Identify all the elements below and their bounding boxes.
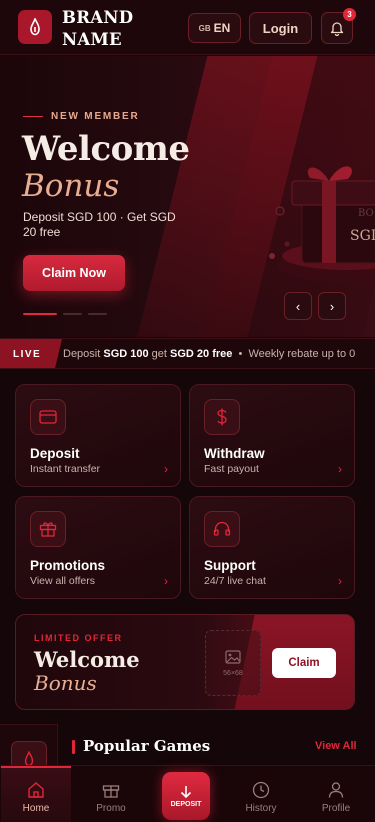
nav-profile-label: Profile — [321, 803, 351, 814]
notification-count-badge: 3 — [343, 8, 356, 21]
notifications-button[interactable]: 3 — [321, 8, 356, 44]
card-icon — [39, 410, 57, 424]
ticker-text-highlight: SGD 100 — [103, 348, 149, 360]
brand-line-1: BRAND — [62, 8, 134, 27]
ticker-text: Deposit SGD 100 get SGD 20 free • Weekly… — [63, 348, 355, 360]
limited-offer-banner[interactable]: LIMITED OFFER Welcome Bonus 56×68 Claim — [15, 614, 355, 710]
gift-icon — [39, 522, 57, 537]
headset-icon — [213, 521, 231, 536]
nav-home-label: Home — [22, 803, 50, 814]
nav-deposit-button[interactable]: DEPOSIT — [162, 772, 210, 820]
offer-title-accent: Bonus — [34, 671, 97, 695]
carousel-next-button[interactable]: › — [318, 292, 346, 320]
live-ticker: LIVE Deposit SGD 100 get SGD 20 free • W… — [0, 338, 375, 369]
live-tag: LIVE — [0, 339, 62, 368]
gift-box-illustration: BO SGI — [269, 166, 375, 282]
brand-name: BRAND NAME — [62, 7, 133, 51]
nav-profile[interactable]: Profile — [301, 766, 371, 822]
offer-eyebrow: LIMITED OFFER — [34, 633, 123, 643]
floating-game-thumb[interactable] — [0, 724, 58, 777]
chevron-right-icon: › — [164, 574, 168, 588]
flame-icon — [30, 18, 40, 36]
carousel-prev-button[interactable]: ‹ — [284, 292, 312, 320]
nav-history-label: History — [245, 803, 277, 814]
view-all-link[interactable]: View All — [315, 740, 357, 752]
card-subtitle: 24/7 live chat — [204, 575, 266, 587]
hero-description: Deposit SGD 100 · Get SGD 20 free — [23, 210, 176, 239]
login-button[interactable]: Login — [249, 12, 312, 44]
svg-text:SGI: SGI — [350, 228, 375, 244]
nav-home[interactable]: Home — [1, 766, 71, 822]
flag-gb-icon: GB — [198, 23, 211, 33]
offer-image-placeholder: 56×68 — [205, 630, 261, 696]
nav-deposit-label: DEPOSIT — [170, 800, 202, 808]
card-subtitle: Fast payout — [204, 463, 259, 475]
user-icon — [328, 782, 344, 798]
ticker-text-part: get — [148, 348, 171, 360]
nav-promo-label: Promo — [96, 803, 126, 814]
deposit-card[interactable]: Deposit Instant transfer › — [15, 384, 181, 487]
app-header: BRAND NAME GB EN Login 3 — [0, 0, 375, 55]
hero-banner[interactable]: BO SGI NEW MEMBER Welcome Bonus Deposit … — [0, 56, 375, 337]
card-title: Deposit — [30, 446, 80, 461]
carousel-dot-3[interactable] — [88, 313, 107, 315]
popular-games-title: Popular Games — [83, 737, 211, 755]
image-icon — [225, 649, 241, 664]
card-subtitle: View all offers — [30, 575, 95, 587]
hero-eyebrow-text: NEW MEMBER — [51, 111, 140, 122]
brand-line-2: NAME — [62, 30, 122, 49]
support-icon-box — [204, 511, 240, 547]
dollar-icon — [217, 408, 227, 426]
card-title: Withdraw — [204, 446, 265, 461]
language-selector[interactable]: GB EN — [188, 13, 241, 43]
bottom-navigation: Home Promo DEPOSIT History Profile — [0, 765, 375, 822]
deposit-icon-box — [30, 399, 66, 435]
carousel-dot-1[interactable] — [23, 313, 57, 315]
ticker-text-part: • Weekly rebate up to 0 — [232, 348, 356, 360]
home-icon — [28, 782, 44, 798]
placeholder-size-label: 56×68 — [223, 669, 243, 677]
withdraw-icon-box — [204, 399, 240, 435]
carousel-dot-2[interactable] — [63, 313, 82, 315]
section-accent-bar — [72, 740, 75, 754]
nav-promo[interactable]: Promo — [76, 766, 146, 822]
nav-history[interactable]: History — [226, 766, 296, 822]
hero-title: Welcome — [22, 129, 190, 169]
eyebrow-rule — [23, 116, 43, 117]
support-card[interactable]: Support 24/7 live chat › — [189, 496, 355, 599]
chevron-right-icon: › — [338, 462, 342, 476]
arrow-down-icon — [180, 785, 192, 798]
card-title: Promotions — [30, 558, 106, 573]
card-title: Support — [204, 558, 256, 573]
hero-title-accent: Bonus — [22, 168, 120, 204]
offer-title: Welcome — [34, 647, 140, 672]
chevron-right-icon: › — [338, 574, 342, 588]
ticker-text-highlight: SGD 20 free — [170, 348, 233, 360]
carousel-indicators — [23, 313, 107, 315]
card-subtitle: Instant transfer — [30, 463, 101, 475]
promotions-icon-box — [30, 511, 66, 547]
withdraw-card[interactable]: Withdraw Fast payout › — [189, 384, 355, 487]
claim-now-button[interactable]: Claim Now — [23, 255, 125, 291]
brand-logo[interactable] — [18, 10, 52, 44]
hero-eyebrow: NEW MEMBER — [23, 111, 140, 122]
svg-text:BO: BO — [358, 208, 374, 219]
clock-icon — [252, 781, 270, 799]
language-code: EN — [213, 21, 231, 35]
ticker-text-part: Deposit — [63, 348, 104, 360]
promotions-card[interactable]: Promotions View all offers › — [15, 496, 181, 599]
offer-claim-button[interactable]: Claim — [272, 648, 336, 678]
bell-icon — [330, 22, 344, 36]
chevron-right-icon: › — [164, 462, 168, 476]
gift-icon — [102, 785, 120, 798]
